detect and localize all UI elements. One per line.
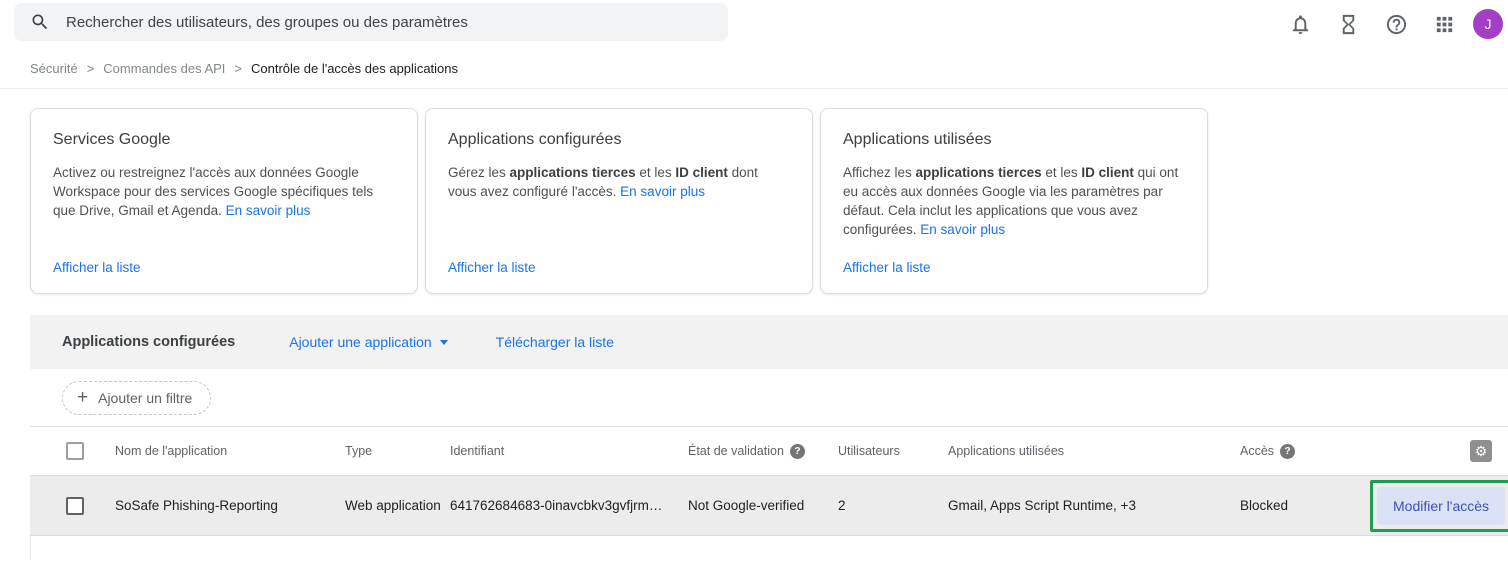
card-google-services: Services Google Activez ou restreignez l… xyxy=(30,108,418,294)
breadcrumb-separator: > xyxy=(87,61,95,76)
cell-client-id: 641762684683-0inavcbkv3gvfjrm… xyxy=(450,498,688,513)
add-filter-label: Ajouter un filtre xyxy=(98,390,192,406)
card-accessed-apps: Applications utilisées Affichez les appl… xyxy=(820,108,1208,294)
notifications-bell-icon[interactable] xyxy=(1276,4,1324,44)
card-configured-apps: Applications configurées Gérez les appli… xyxy=(425,108,813,294)
breadcrumb-security[interactable]: Sécurité xyxy=(30,61,78,76)
annotation-highlight-box: Modifier l'accès xyxy=(1370,480,1508,532)
learn-more-link[interactable]: En savoir plus xyxy=(920,222,1005,237)
table-header-bar: Applications configurées Ajouter une app… xyxy=(30,315,1508,369)
search-icon xyxy=(30,12,50,32)
breadcrumb-current-page: Contrôle de l'accès des applications xyxy=(251,61,458,76)
column-header-validation[interactable]: État de validation ? xyxy=(688,444,838,459)
modify-access-button[interactable]: Modifier l'accès xyxy=(1377,487,1505,525)
card-body: Gérez les applications tierces et les ID… xyxy=(448,163,790,201)
card-body-text: Activez ou restreignez l'accès aux donné… xyxy=(53,165,373,218)
cell-apps-accessed: Gmail, Apps Script Runtime, +3 xyxy=(948,498,1240,513)
cell-type: Web application xyxy=(345,498,450,513)
column-header-id[interactable]: Identifiant xyxy=(450,444,688,458)
table-row[interactable]: SoSafe Phishing-Reporting Web applicatio… xyxy=(30,476,1508,536)
card-body-bold: ID client xyxy=(675,165,728,180)
table-title: Applications configurées xyxy=(62,334,235,350)
column-header-label: État de validation xyxy=(688,444,784,458)
card-body-text: Gérez les xyxy=(448,165,510,180)
search-input[interactable] xyxy=(64,13,712,32)
table-body-continuation xyxy=(30,536,1508,560)
search-bar[interactable] xyxy=(14,3,728,41)
cell-validation-status: Not Google-verified xyxy=(688,498,838,513)
card-body-text: Affichez les xyxy=(843,165,916,180)
card-title: Applications configurées xyxy=(448,131,790,149)
card-body: Activez ou restreignez l'accès aux donné… xyxy=(53,163,395,220)
column-header-name[interactable]: Nom de l'application xyxy=(115,444,345,458)
info-cards: Services Google Activez ou restreignez l… xyxy=(30,108,1208,294)
account-avatar[interactable]: J xyxy=(1468,4,1508,44)
add-filter-chip[interactable]: + Ajouter un filtre xyxy=(62,381,211,415)
chevron-down-icon xyxy=(440,340,448,345)
card-body: Affichez les applications tierces et les… xyxy=(843,163,1185,239)
card-body-text: et les xyxy=(1042,165,1082,180)
card-body-text: et les xyxy=(636,165,676,180)
plus-icon: + xyxy=(77,388,88,407)
learn-more-link[interactable]: En savoir plus xyxy=(226,203,311,218)
validation-help-icon[interactable]: ? xyxy=(790,444,805,459)
header-divider xyxy=(0,88,1508,89)
card-title: Applications utilisées xyxy=(843,131,1185,149)
manage-columns-gear-icon[interactable]: ⚙ xyxy=(1470,440,1492,462)
row-checkbox[interactable] xyxy=(66,497,84,515)
column-header-apps[interactable]: Applications utilisées xyxy=(948,444,1240,458)
cell-access-status: Blocked xyxy=(1240,498,1370,513)
apps-grid-icon[interactable] xyxy=(1420,4,1468,44)
cell-app-name: SoSafe Phishing-Reporting xyxy=(115,498,345,513)
column-header-type[interactable]: Type xyxy=(345,444,450,458)
column-header-access[interactable]: Accès ? xyxy=(1240,444,1370,459)
breadcrumb-separator: > xyxy=(234,61,242,76)
card-title: Services Google xyxy=(53,131,395,149)
select-all-checkbox[interactable] xyxy=(66,442,84,460)
card-body-bold: applications tierces xyxy=(916,165,1042,180)
column-header-label: Accès xyxy=(1240,444,1274,458)
view-list-link[interactable]: Afficher la liste xyxy=(53,260,395,275)
filter-row: + Ajouter un filtre xyxy=(30,369,1508,427)
view-list-link[interactable]: Afficher la liste xyxy=(448,260,790,275)
learn-more-link[interactable]: En savoir plus xyxy=(620,184,705,199)
avatar-initial: J xyxy=(1473,9,1503,39)
card-body-bold: ID client xyxy=(1081,165,1134,180)
add-application-label: Ajouter une application xyxy=(289,334,431,350)
configured-apps-table: Applications configurées Ajouter une app… xyxy=(30,315,1508,564)
topbar-actions: J xyxy=(1276,4,1508,44)
view-list-link[interactable]: Afficher la liste xyxy=(843,260,1185,275)
breadcrumb-api-controls[interactable]: Commandes des API xyxy=(103,61,225,76)
access-help-icon[interactable]: ? xyxy=(1280,444,1295,459)
card-body-bold: applications tierces xyxy=(510,165,636,180)
column-header-users[interactable]: Utilisateurs xyxy=(838,444,948,458)
download-list-link[interactable]: Télécharger la liste xyxy=(496,334,614,350)
table-column-headers: Nom de l'application Type Identifiant Ét… xyxy=(30,427,1508,476)
cell-users-count: 2 xyxy=(838,498,948,513)
add-application-dropdown[interactable]: Ajouter une application xyxy=(289,334,447,350)
pending-tasks-hourglass-icon[interactable] xyxy=(1324,4,1372,44)
help-icon[interactable] xyxy=(1372,4,1420,44)
breadcrumb: Sécurité > Commandes des API > Contrôle … xyxy=(30,61,458,76)
